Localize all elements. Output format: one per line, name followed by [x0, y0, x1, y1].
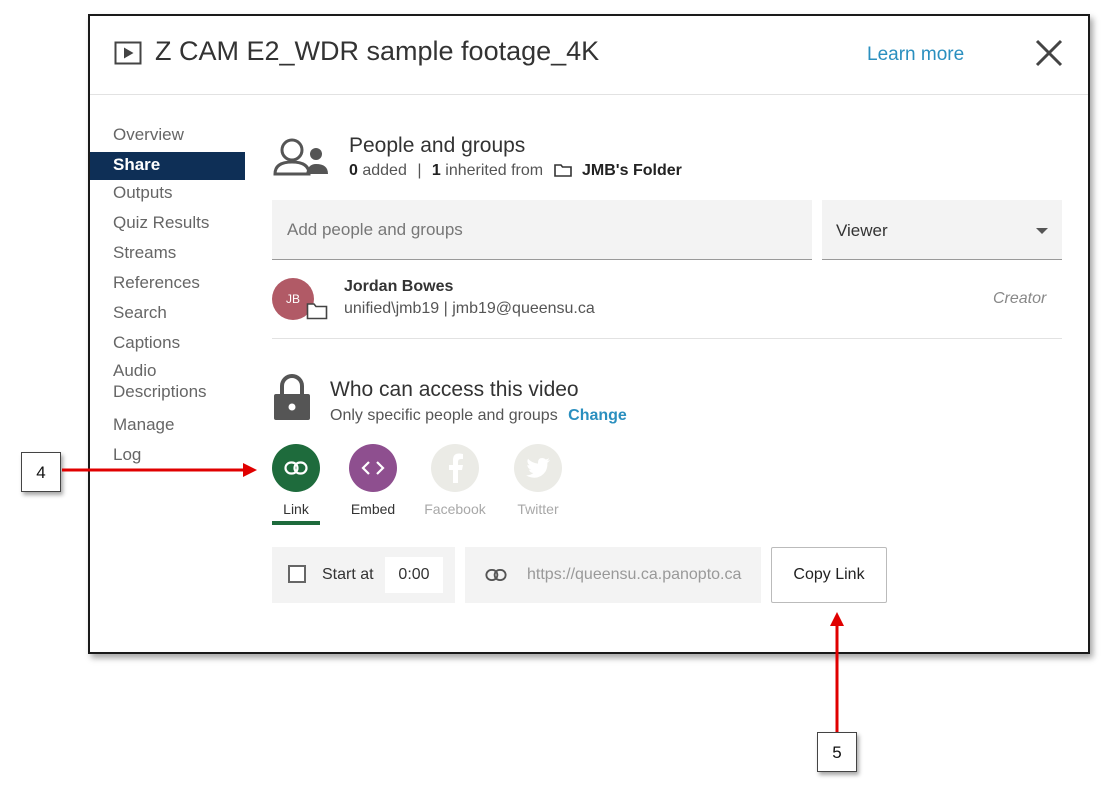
arrow-5-head — [830, 612, 844, 626]
arrow-4-head — [243, 463, 257, 477]
callout-5: 5 — [817, 732, 857, 772]
annotation-arrows — [62, 463, 844, 732]
